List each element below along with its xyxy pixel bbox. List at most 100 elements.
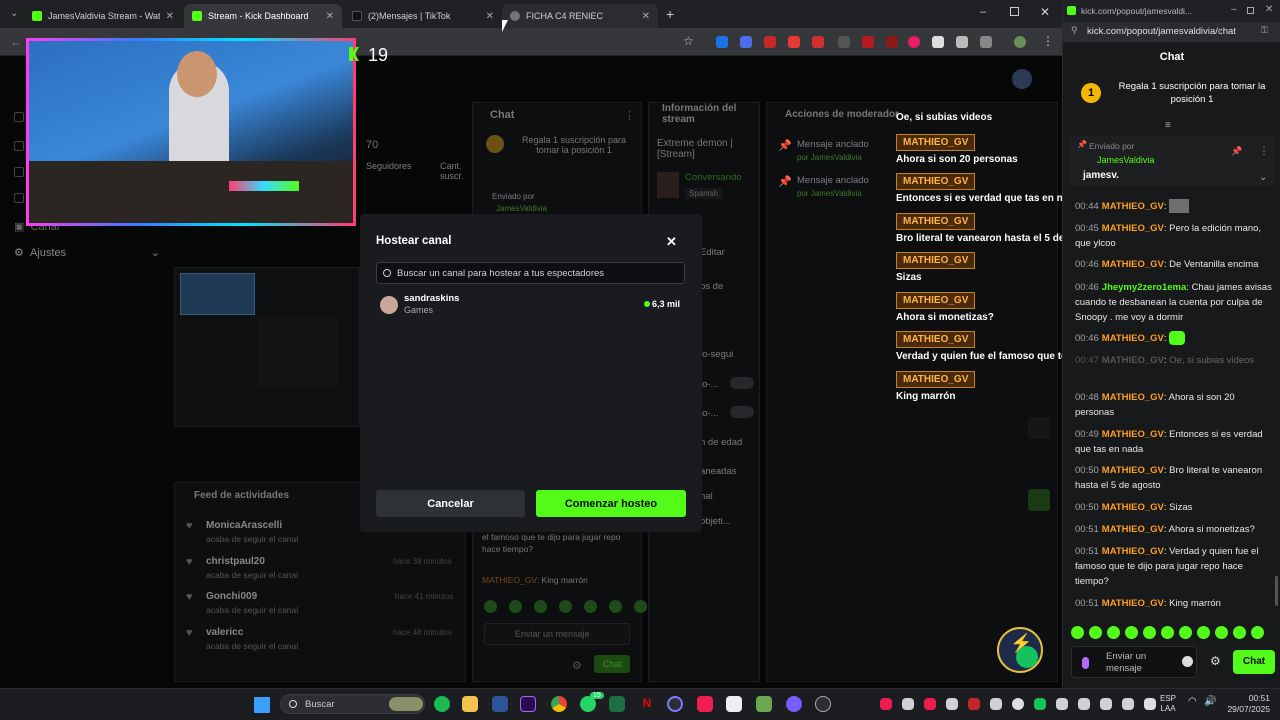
emote-icon[interactable] [584,600,597,613]
popout-url[interactable]: kick.com/popout/jamesvaldivia/chat [1087,26,1236,37]
extension-icon[interactable] [908,36,920,48]
chat-input[interactable]: Enviar un mensaje [1071,646,1197,678]
extension-icon[interactable] [716,36,728,48]
site-settings-icon[interactable]: ⚲ [1071,25,1078,36]
chat-send-button[interactable]: Chat [1233,650,1275,674]
emote-icon[interactable] [1197,626,1210,639]
extension-icon[interactable] [956,36,968,48]
inner-chat-input[interactable]: Enviar un mensaje [484,623,630,645]
msg-user[interactable]: MATHIEO_GV [1102,546,1164,557]
avatar[interactable] [1012,69,1032,89]
spotify-icon[interactable] [434,696,450,712]
app-icon[interactable] [667,696,683,712]
sidebar-icon[interactable] [14,193,24,203]
app-icon[interactable] [726,696,742,712]
emote-icon[interactable] [1143,626,1156,639]
minimize-icon[interactable]: – [980,6,986,18]
extension-icon[interactable] [862,36,874,48]
maximize-icon[interactable] [1247,7,1254,14]
emoji-icon[interactable] [1182,656,1193,667]
tray-icon[interactable] [1056,698,1068,710]
emote-icon[interactable] [1107,626,1120,639]
tab-kick-watch[interactable]: JamesValdivia Stream - Watch L ✕ [24,4,182,28]
msg-user[interactable]: MATHIEO_GV [1102,502,1164,513]
side-item[interactable]: objeti... [700,516,731,527]
back-arrow-icon[interactable]: ← [10,35,22,49]
side-item[interactable]: os de [700,281,723,292]
sidebar-icon[interactable] [14,167,24,177]
inner-chat-button[interactable]: Chat [594,655,630,673]
chrome-icon[interactable] [551,696,567,712]
side-item[interactable]: Editar [700,247,725,258]
start-host-button[interactable]: Comenzar hosteo [536,490,686,517]
key-icon[interactable]: ⚿ [1261,25,1268,36]
msg-user[interactable]: MATHIEO_GV [1102,355,1164,366]
extension-icon[interactable] [838,36,850,48]
mod-tool-icon[interactable] [1028,489,1050,511]
tiktok-icon[interactable] [697,696,713,712]
preview-thumbnail[interactable] [180,273,255,315]
folder-icon[interactable] [462,696,478,712]
tray-icon[interactable] [880,698,892,710]
clock[interactable]: 00:51 29/07/2025 [1222,693,1270,715]
sidebar-icon[interactable] [14,112,24,122]
emote-icon[interactable] [484,600,497,613]
sidebar-icon[interactable] [14,141,24,151]
gift-sub-promo[interactable]: 1 Regala 1 suscripción para tomar la pos… [1081,80,1273,106]
toggle-switch[interactable] [730,406,754,418]
tab-search-chevron-icon[interactable]: ⌄ [10,8,18,19]
emote-icon[interactable] [1089,626,1102,639]
app-icon[interactable] [786,696,802,712]
tray-icon[interactable] [1122,698,1134,710]
msg-user[interactable]: MATHIEO_GV [1102,333,1164,344]
tray-icon[interactable] [1144,698,1156,710]
extension-icon[interactable] [886,36,898,48]
emote-icon[interactable] [609,600,622,613]
browser-menu-icon[interactable]: ⋮ [1042,34,1054,48]
msg-user[interactable]: Jheymy2zero1ema [1102,282,1187,293]
window-close-icon[interactable]: ✕ [1265,4,1273,15]
msg-user[interactable]: MATHIEO_GV [1102,465,1164,476]
tray-icon[interactable] [1012,698,1024,710]
new-tab-icon[interactable]: + [666,6,674,22]
channel-result[interactable]: sandraskins Games 6,3 mil [376,292,685,318]
side-item[interactable]: n de edad [700,437,742,448]
extension-icon[interactable] [788,36,800,48]
close-icon[interactable]: ✕ [326,11,334,22]
profile-icon[interactable] [1014,36,1026,48]
emote-icon[interactable] [1125,626,1138,639]
tray-icon[interactable] [990,698,1002,710]
tab-kick-dashboard[interactable]: Stream - Kick Dashboard ✕ [184,4,342,28]
chevron-down-icon[interactable]: ⌄ [1259,172,1267,183]
emote-icon[interactable] [1071,626,1084,639]
side-item[interactable]: lo-... [700,408,718,419]
channel-search-input[interactable]: Buscar un canal para hostear a tus espec… [376,262,685,284]
tray-icon[interactable] [902,698,914,710]
modal-close-icon[interactable]: ✕ [666,234,677,250]
tray-icon[interactable] [924,698,936,710]
window-close-icon[interactable]: ✕ [1040,5,1050,19]
excel-icon[interactable] [609,696,625,712]
extension-icon[interactable] [812,36,824,48]
side-item[interactable]: lo-segui [700,349,733,360]
tab-reniec[interactable]: FICHA C4 RENIEC ✕ [502,4,658,28]
emote-icon[interactable] [1233,626,1246,639]
taskbar-search[interactable]: Buscar [280,694,425,714]
side-item[interactable]: aneadas [700,466,736,477]
start-icon[interactable] [254,697,270,713]
volume-icon[interactable]: 🔊 [1204,696,1216,707]
word-icon[interactable] [492,696,508,712]
extension-icon[interactable] [740,36,752,48]
puzzle-icon[interactable] [980,36,992,48]
minecraft-icon[interactable] [756,696,772,712]
emote-icon[interactable] [1251,626,1264,639]
chat-menu-icon[interactable]: ⋮ [624,109,635,122]
scroll-handle-icon[interactable]: ≡ [1165,120,1171,131]
emote-icon[interactable] [1215,626,1228,639]
app-icon[interactable] [815,696,831,712]
tray-icon[interactable] [1034,698,1046,710]
inner-chat-settings-icon[interactable]: ⚙ [572,659,582,672]
close-icon[interactable]: ✕ [166,11,174,22]
msg-user[interactable]: MATHIEO_GV [1102,524,1164,535]
sidebar-item-ajustes[interactable]: ⚙ Ajustes ⌄ [14,246,160,259]
